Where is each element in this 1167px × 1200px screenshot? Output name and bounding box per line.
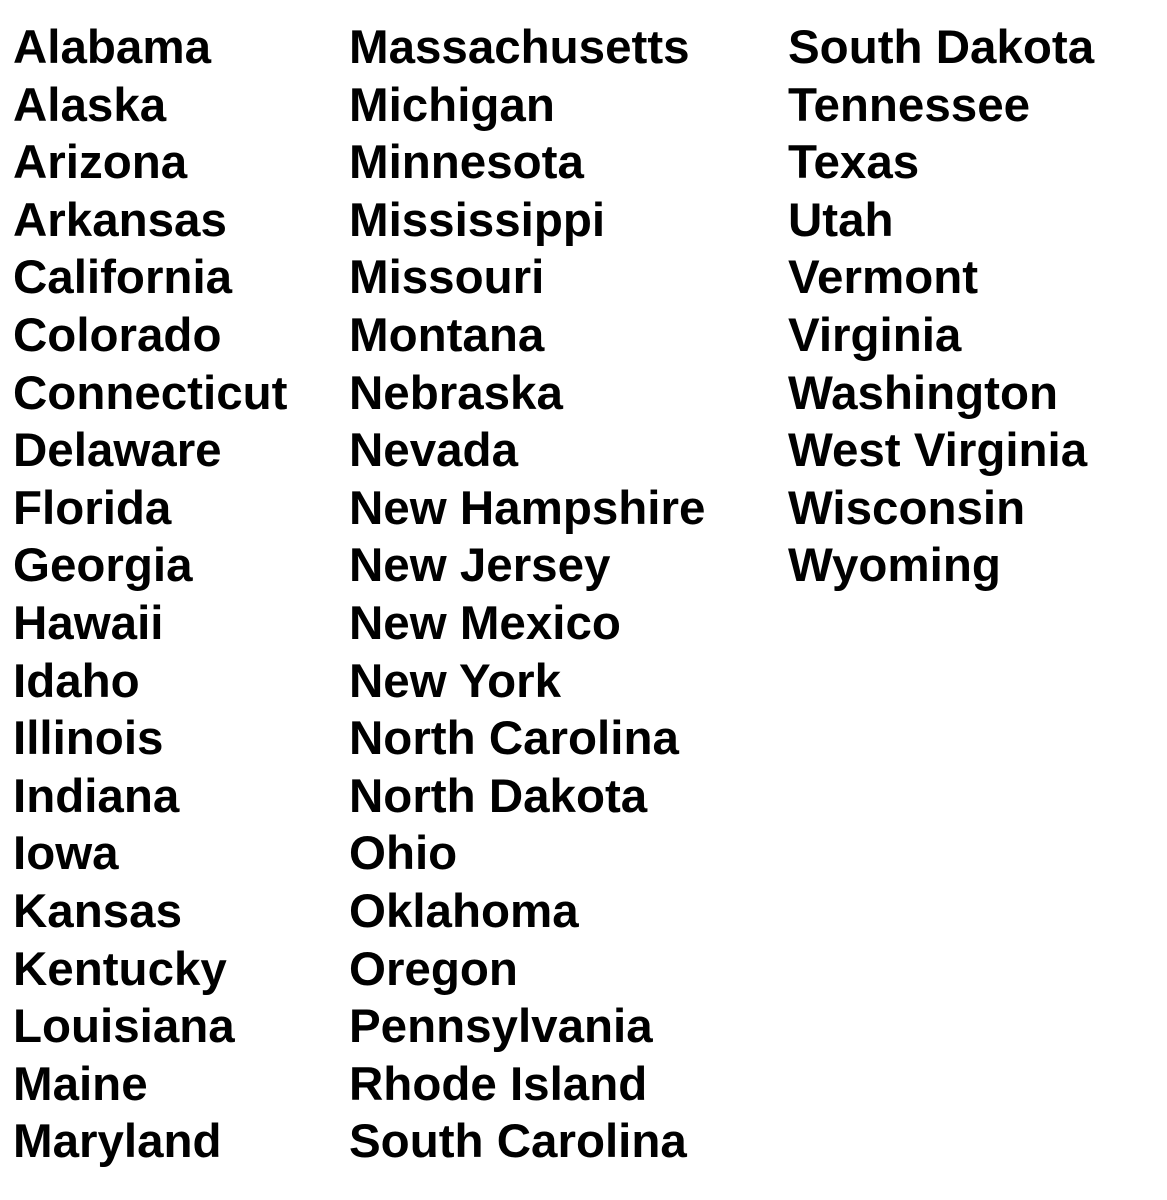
state-name: Maryland — [13, 1115, 222, 1169]
state-name: Delaware — [13, 424, 222, 478]
state-name: Kentucky — [13, 942, 227, 996]
state-name: South Carolina — [349, 1115, 687, 1169]
state-name: Connecticut — [13, 366, 288, 420]
state-name: Arkansas — [13, 193, 227, 247]
state-name: Georgia — [13, 539, 193, 593]
state-name: North Dakota — [349, 769, 648, 823]
state-name: Texas — [788, 136, 920, 190]
state-name: Louisiana — [13, 1000, 235, 1054]
state-name: Florida — [13, 481, 172, 535]
states-column-3: South Dakota Tennessee Texas Utah Vermont Vir… — [788, 19, 1094, 595]
state-name: Oklahoma — [349, 884, 579, 938]
state-name: Indiana — [13, 769, 180, 823]
state-name: Nevada — [349, 424, 518, 478]
state-name: Minnesota — [349, 136, 584, 190]
state-name: Colorado — [13, 308, 222, 362]
state-name: Hawaii — [13, 596, 164, 650]
state-name: Rhode Island — [349, 1057, 648, 1111]
state-name: Utah — [788, 193, 894, 247]
state-name: Michigan — [349, 78, 555, 132]
state-name: North Carolina — [349, 712, 679, 766]
state-name: Wisconsin — [788, 481, 1026, 535]
state-name: Massachusetts — [349, 21, 690, 74]
state-name: California — [13, 251, 233, 305]
state-name: Illinois — [13, 712, 164, 766]
states-column-2: Massachusetts Michigan Minnesota Mississipp… — [349, 19, 705, 1171]
state-name: Vermont — [788, 251, 979, 305]
state-name: New York — [349, 654, 562, 708]
state-name: Pennsylvania — [349, 1000, 653, 1054]
state-name: Nebraska — [349, 366, 563, 420]
state-name: Alaska — [13, 78, 167, 132]
state-name: South Dakota — [788, 21, 1095, 74]
state-name: New Jersey — [349, 539, 611, 593]
state-name: West Virginia — [788, 424, 1088, 478]
state-name: New Hampshire — [349, 481, 706, 535]
state-name: Mississippi — [349, 193, 606, 247]
state-name: Maine — [13, 1057, 148, 1111]
states-column-1: Alabama Alaska Arizona Arkansas California Co… — [13, 19, 287, 1171]
state-name: Oregon — [349, 942, 518, 996]
state-name: Virginia — [788, 308, 962, 362]
state-name: Montana — [349, 308, 545, 362]
state-name: Iowa — [13, 827, 119, 881]
state-name: New Mexico — [349, 596, 621, 650]
state-name: Kansas — [13, 884, 182, 938]
state-name: Idaho — [13, 654, 140, 708]
state-name: Ohio — [349, 827, 458, 881]
state-name: Arizona — [13, 136, 188, 190]
state-name: Tennessee — [788, 78, 1031, 132]
state-name: Missouri — [349, 251, 545, 305]
state-name: Wyoming — [788, 539, 1001, 593]
state-name: Washington — [788, 366, 1058, 420]
state-name: Alabama — [13, 21, 212, 74]
